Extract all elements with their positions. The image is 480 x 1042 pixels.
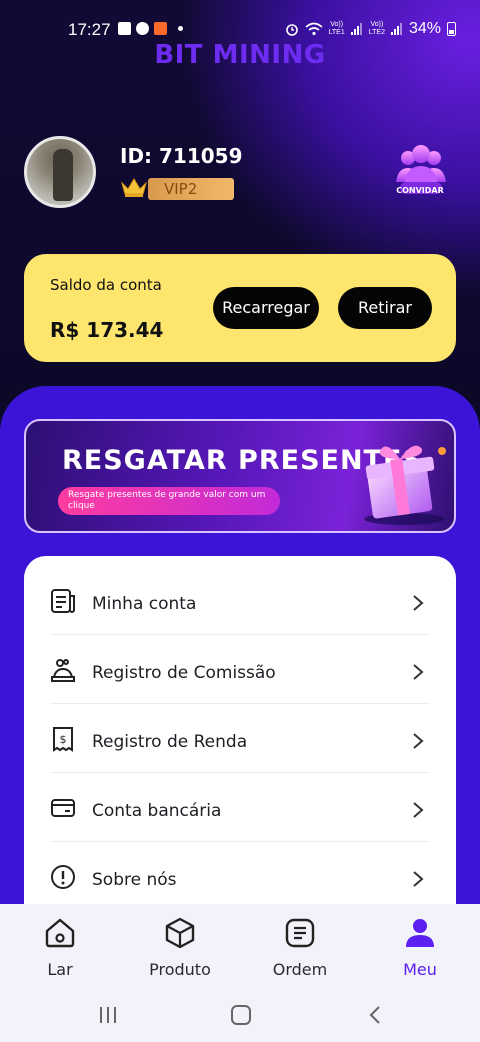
info-icon — [51, 865, 75, 889]
invite-label[interactable]: CONVIDAR — [392, 186, 448, 195]
tab-ordem[interactable]: Ordem — [252, 916, 348, 979]
chevron-right-icon — [413, 595, 424, 611]
recharge-button[interactable]: Recarregar — [213, 287, 319, 329]
status-right: Vo)) LTE1 Vo)) LTE2 34% — [285, 20, 456, 38]
list-icon — [285, 918, 315, 948]
chevron-right-icon — [413, 664, 424, 680]
menu-item-label: Registro de Renda — [92, 732, 248, 752]
gallery-icon — [118, 22, 131, 35]
menu-item-registro-renda[interactable]: $ Registro de Renda — [50, 704, 430, 773]
brand-title: BIT MINING — [154, 40, 326, 70]
menu-item-minha-conta[interactable]: Minha conta — [50, 566, 430, 635]
recent-apps-icon[interactable] — [96, 1004, 120, 1026]
tab-meu[interactable]: Meu — [372, 916, 468, 979]
gift-box-icon — [364, 445, 446, 525]
menu-item-label: Sobre nós — [92, 870, 177, 890]
menu-item-label: Minha conta — [92, 594, 197, 614]
tab-label: Produto — [149, 960, 211, 979]
tab-label: Lar — [47, 960, 73, 979]
signal-icon — [350, 23, 362, 35]
status-time: 17:27 — [68, 20, 111, 39]
income-receipt-icon: $ — [53, 727, 73, 752]
menu-item-conta-bancaria[interactable]: Conta bancária — [50, 773, 430, 842]
home-button-icon[interactable] — [229, 1004, 253, 1026]
home-icon — [45, 918, 75, 948]
app-notification-icon — [154, 22, 167, 35]
avatar[interactable] — [24, 136, 96, 208]
alarm-icon — [285, 24, 298, 36]
vip-badge: VIP2 — [148, 178, 234, 200]
back-icon[interactable] — [364, 1004, 388, 1026]
soccer-icon — [136, 22, 149, 35]
signal-icon — [390, 23, 402, 35]
user-icon — [406, 919, 434, 947]
box-icon — [165, 917, 195, 949]
battery-icon — [447, 22, 456, 36]
balance-card: Saldo da conta R$ 173.44 Recarregar Reti… — [24, 254, 456, 362]
tab-label: Ordem — [272, 960, 328, 979]
sim1-label: Vo)) LTE1 — [328, 21, 345, 36]
redeem-gifts-banner[interactable]: RESGATAR PRESENTES Resgate presentes de … — [24, 419, 456, 533]
menu-item-label: Conta bancária — [92, 801, 222, 821]
balance-label: Saldo da conta — [50, 276, 162, 294]
bank-card-icon — [51, 799, 75, 817]
notification-icons — [118, 22, 183, 35]
crown-icon — [121, 178, 147, 197]
more-dot-icon — [178, 26, 183, 31]
balance-value: R$ 173.44 — [50, 318, 164, 342]
tab-produto[interactable]: Produto — [132, 916, 228, 979]
bottom-tab-bar: Lar Produto Ordem Meu — [0, 904, 480, 988]
account-document-icon — [51, 589, 75, 613]
avatar-photo — [53, 149, 73, 201]
menu-card: Minha conta Registro de Comissão $ Regis… — [24, 556, 456, 936]
chevron-right-icon — [413, 871, 424, 887]
chevron-right-icon — [413, 733, 424, 749]
sim2-label: Vo)) LTE2 — [368, 21, 385, 36]
chevron-right-icon — [413, 802, 424, 818]
withdraw-button[interactable]: Retirar — [338, 287, 432, 329]
system-navigation-bar — [0, 988, 480, 1042]
commission-hand-icon — [51, 659, 75, 682]
banner-subtitle: Resgate presentes de grande valor com um… — [58, 487, 280, 515]
user-id: ID: 711059 — [120, 144, 243, 168]
svg-text:$: $ — [60, 733, 67, 746]
tab-label: Meu — [403, 960, 437, 979]
wifi-icon — [305, 22, 323, 36]
menu-item-sobre-nos[interactable]: Sobre nós — [50, 842, 430, 911]
menu-item-registro-comissao[interactable]: Registro de Comissão — [50, 635, 430, 704]
battery-percent: 34% — [408, 20, 441, 37]
menu-item-label: Registro de Comissão — [92, 663, 276, 683]
tab-lar[interactable]: Lar — [12, 916, 108, 979]
